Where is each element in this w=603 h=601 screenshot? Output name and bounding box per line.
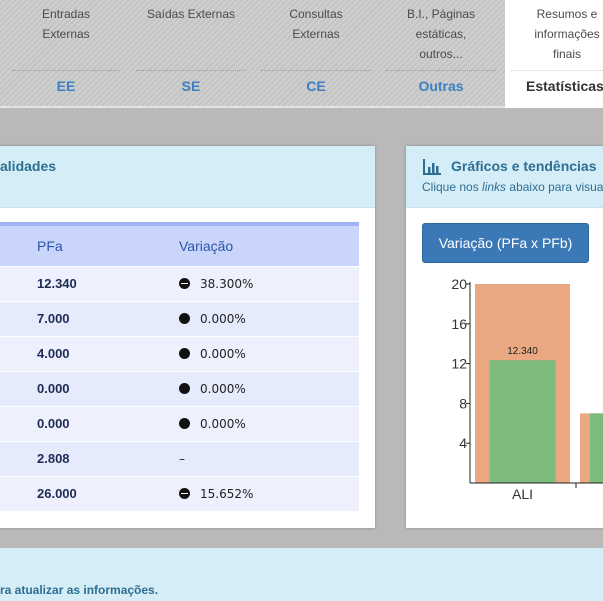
functionalities-title: alidades <box>0 158 57 174</box>
pfa-value: 12.340 <box>37 265 179 301</box>
tab-outras-description: B.I., Páginas estáticas, outros... <box>406 7 476 61</box>
tab-ce[interactable]: Consultas Externas CE <box>255 0 377 108</box>
tab-outras[interactable]: B.I., Páginas estáticas, outros... Outras <box>380 0 502 108</box>
variation-value: 0.000% <box>200 346 246 361</box>
pfa-value: 4.000 <box>37 335 179 371</box>
variation-value: – <box>179 451 185 466</box>
table-row: 2.808 – <box>0 440 359 476</box>
bar-chart-icon <box>423 159 441 175</box>
table-row: 7.000 0.000% <box>0 300 359 336</box>
pfa-value: 2.808 <box>37 440 179 476</box>
table-header-row: PFa Variação <box>0 222 359 266</box>
dot-icon <box>179 417 190 429</box>
variation-value: 38.300% <box>200 276 254 291</box>
variation-value: 15.652% <box>200 486 254 501</box>
pfa-value: 7.000 <box>37 300 179 336</box>
tab-se-description: Saídas Externas <box>146 7 236 21</box>
update-info-text: ra atualizar as informações. <box>0 583 159 597</box>
pfa-value: 26.000 <box>37 475 179 511</box>
variation-bar-chart: 12.340 ALI 4 8 12 16 20 <box>451 276 603 502</box>
tab-ee-description: Entradas Externas <box>41 7 91 41</box>
y-tick-label: 4 <box>459 435 467 451</box>
charts-panel-header <box>406 146 603 208</box>
functionalities-table: PFa Variação 12.340 38.300% 7.000 0.000%… <box>0 222 359 511</box>
pfa-value: 0.000 <box>37 405 179 441</box>
tab-estatisticas-code[interactable]: Estatísticas <box>505 78 603 94</box>
table-row: 26.000 15.652% <box>0 475 359 511</box>
variation-chart-button[interactable]: Variação (PFa x PFb) <box>422 223 589 263</box>
column-header-pfa[interactable]: PFa <box>37 222 179 266</box>
dot-icon <box>179 382 190 394</box>
table-row: 0.000 0.000% <box>0 370 359 406</box>
dot-icon <box>179 347 190 359</box>
table-row: 0.000 0.000% <box>0 405 359 441</box>
variation-value: 0.000% <box>200 311 246 326</box>
tab-estatisticas-description: Resumos e informações finais <box>534 7 600 61</box>
tab-ee-code[interactable]: EE <box>6 78 126 94</box>
y-tick-label: 16 <box>451 316 467 332</box>
y-tick-label: 12 <box>451 356 467 372</box>
tab-ee[interactable]: Entradas Externas EE <box>6 0 126 108</box>
tab-se[interactable]: Saídas Externas SE <box>130 0 252 108</box>
x-tick-label: ALI <box>512 486 533 502</box>
bar-data-label: 12.340 <box>507 346 538 357</box>
tab-estatisticas[interactable]: Resumos e informações finais Estatísticas <box>505 0 603 108</box>
functionalities-panel-header <box>0 146 375 208</box>
bar-pfa <box>489 360 556 483</box>
bar-pfa <box>590 413 603 483</box>
minus-circle-icon <box>179 277 190 289</box>
top-tab-strip: Entradas Externas EE Saídas Externas SE C… <box>0 0 603 108</box>
tab-se-code[interactable]: SE <box>130 78 252 94</box>
y-tick-label: 8 <box>459 395 467 411</box>
tab-outras-code[interactable]: Outras <box>380 78 502 94</box>
table-row: 12.340 38.300% <box>0 265 359 301</box>
table-row: 4.000 0.000% <box>0 335 359 371</box>
variation-value: 0.000% <box>200 416 246 431</box>
variation-value: 0.000% <box>200 381 246 396</box>
y-tick-label: 20 <box>451 276 467 292</box>
pfa-value: 0.000 <box>37 370 179 406</box>
charts-title: Gráficos e tendências <box>451 158 597 174</box>
tab-ce-description: Consultas Externas <box>289 7 343 41</box>
column-header-variation[interactable]: Variação <box>179 222 359 266</box>
dot-icon <box>179 312 190 324</box>
tab-ce-code[interactable]: CE <box>255 78 377 94</box>
charts-subtitle: Clique nos links abaixo para visua <box>422 180 603 194</box>
minus-circle-icon <box>179 487 190 499</box>
